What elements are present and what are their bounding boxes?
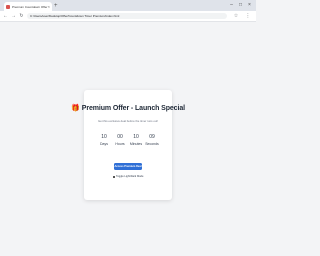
close-window-button[interactable]: ×	[245, 1, 254, 9]
countdown-value: 09	[149, 134, 155, 140]
countdown-label: Hours	[115, 142, 125, 146]
url-text[interactable]: C:/Users/user/Desktop/Offer/Countdown Ti…	[30, 13, 119, 19]
address-bar[interactable]: C:/Users/user/Desktop/Offer/Countdown Ti…	[27, 13, 227, 19]
browser-menu-icon[interactable]: ⋮	[244, 12, 252, 20]
browser-tab[interactable]: Premium Countdown Offer ×	[4, 2, 52, 11]
tab-title: Premium Countdown Offer	[12, 4, 48, 9]
countdown-days: 10 Days	[96, 134, 112, 147]
offer-title: Premium Offer - Launch Special	[81, 105, 185, 112]
window-controls: – □ ×	[227, 1, 254, 9]
gift-icon: 🎁	[71, 105, 80, 112]
headline: 🎁 Premium Offer - Launch Special	[71, 104, 185, 113]
countdown-seconds: 09 Seconds	[144, 134, 160, 147]
offer-card: 🎁 Premium Offer - Launch Special Get thi…	[71, 90, 185, 200]
browser-tab-strip: Premium Countdown Offer × + – □ ×	[0, 0, 256, 11]
countdown-value: 00	[117, 134, 123, 140]
countdown-timer: 10 Days 00 Hours 10 Minutes 09 Seconds	[96, 134, 160, 147]
countdown-label: Seconds	[145, 142, 159, 146]
reload-button[interactable]: ↻	[18, 12, 25, 20]
tab-close-icon[interactable]: ×	[48, 4, 50, 9]
countdown-hours: 00 Hours	[112, 134, 128, 147]
forward-button[interactable]: →	[10, 12, 17, 20]
new-tab-button[interactable]: +	[54, 2, 58, 10]
minimize-button[interactable]: –	[227, 1, 236, 9]
access-deal-button[interactable]: Access Premium Deal	[114, 163, 142, 170]
countdown-minutes: 10 Minutes	[128, 134, 144, 147]
countdown-value: 10	[133, 134, 139, 140]
theme-toggle-label[interactable]: Toggle Light/Dark Mode	[116, 175, 143, 179]
maximize-button[interactable]: □	[236, 1, 245, 9]
favicon-icon	[6, 4, 10, 9]
back-button[interactable]: ←	[2, 12, 9, 20]
browser-toolbar: ← → ↻ C:/Users/user/Desktop/Offer/Countd…	[0, 11, 256, 22]
theme-toggle-checkbox[interactable]	[112, 175, 116, 179]
offer-subtitle: Get this exclusive deal before the timer…	[97, 119, 158, 123]
countdown-label: Days	[100, 142, 108, 146]
bookmark-star-icon[interactable]: ☆	[232, 12, 240, 20]
countdown-value: 10	[101, 134, 107, 140]
countdown-label: Minutes	[129, 142, 143, 146]
theme-toggle[interactable]: Toggle Light/Dark Mode	[84, 175, 172, 179]
